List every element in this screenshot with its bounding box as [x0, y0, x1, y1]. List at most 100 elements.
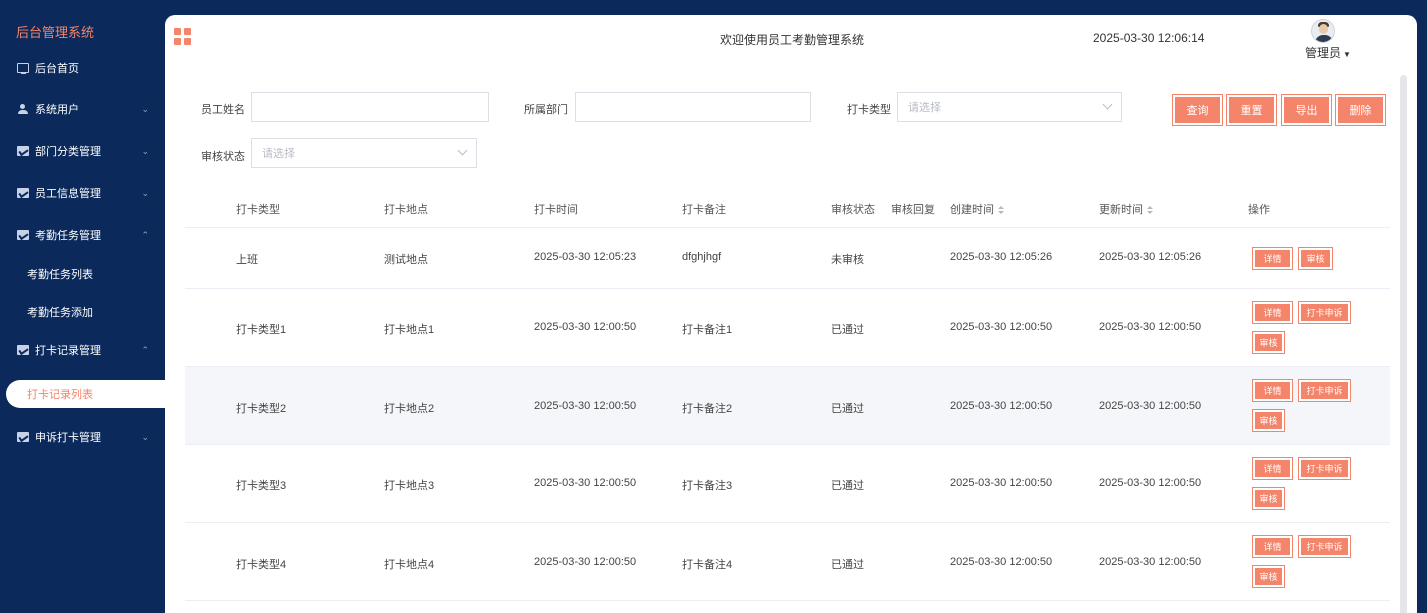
cell-note: 打卡备注4: [682, 559, 733, 571]
column-header: 打卡备注: [682, 204, 726, 216]
sidebar-subitem-task-add[interactable]: 考勤任务添加: [0, 295, 165, 329]
chart-icon: [17, 432, 29, 442]
cell-updated: 2025-03-30 12:05:26: [1099, 251, 1202, 263]
chart-icon: [17, 345, 29, 355]
appeal-button[interactable]: 打卡申诉: [1298, 535, 1351, 558]
department-input[interactable]: [575, 92, 811, 122]
sidebar-item-label: 考勤任务管理: [35, 230, 101, 242]
table-row: 打卡类型2 打卡地点2 2025-03-30 12:00:50 打卡备注2 已通…: [185, 367, 1390, 445]
employee-name-label: 员工姓名: [201, 104, 245, 116]
user-menu[interactable]: 管理员 ▼: [1305, 44, 1351, 61]
main-panel: 欢迎使用员工考勤管理系统 2025-03-30 12:06:14 管理员 ▼ 员工…: [165, 15, 1417, 613]
sidebar-item-label: 系统用户: [35, 104, 79, 116]
sidebar-item-home[interactable]: 后台首页: [0, 51, 165, 85]
cell-type: 打卡类型1: [236, 324, 287, 336]
column-header-label: 创建时间: [950, 204, 994, 216]
table-row: 打卡类型3 打卡地点3 2025-03-30 12:00:50 打卡备注3 已通…: [185, 445, 1390, 523]
cell-time: 2025-03-30 12:00:50: [534, 400, 637, 412]
appeal-button[interactable]: 打卡申诉: [1298, 301, 1351, 324]
avatar[interactable]: [1311, 19, 1335, 43]
grid-menu-icon[interactable]: [174, 28, 191, 45]
appeal-button[interactable]: 打卡申诉: [1298, 457, 1351, 480]
chevron-up-icon: ⌃: [141, 344, 149, 355]
sidebar-item-system-users[interactable]: 系统用户 ⌄: [0, 92, 165, 126]
cell-location: 打卡地点2: [384, 403, 435, 415]
cell-note: 打卡备注1: [682, 324, 733, 336]
chevron-up-icon: ⌃: [141, 229, 149, 240]
cell-type: 打卡类型2: [236, 403, 287, 415]
sidebar-item-employees[interactable]: 员工信息管理 ⌄: [0, 176, 165, 210]
sidebar-item-label: 考勤任务添加: [27, 307, 93, 319]
sidebar-item-appeals[interactable]: 申诉打卡管理 ⌄: [0, 420, 165, 454]
detail-button[interactable]: 详情: [1252, 457, 1293, 480]
app-logo-title: 后台管理系统: [16, 25, 95, 40]
review-button[interactable]: 审核: [1298, 247, 1333, 270]
table-row: 上班 测试地点 2025-03-30 12:05:23 dfghjhgf 未审核…: [185, 228, 1390, 289]
department-label: 所属部门: [524, 104, 568, 116]
cell-created: 2025-03-30 12:00:50: [950, 321, 1053, 333]
export-button[interactable]: 导出: [1281, 94, 1332, 126]
chevron-down-icon: ⌄: [141, 145, 149, 156]
sidebar-item-departments[interactable]: 部门分类管理 ⌄: [0, 134, 165, 168]
cell-location: 测试地点: [384, 254, 428, 266]
sidebar-subitem-clock-record-list[interactable]: 打卡记录列表: [6, 380, 165, 408]
sidebar-item-label: 员工信息管理: [35, 188, 101, 200]
cell-status: 未审核: [831, 254, 864, 266]
review-status-select[interactable]: 请选择: [251, 138, 477, 168]
cell-time: 2025-03-30 12:00:50: [534, 556, 637, 568]
cell-updated: 2025-03-30 12:00:50: [1099, 321, 1202, 333]
sidebar-subitem-task-list[interactable]: 考勤任务列表: [0, 257, 165, 291]
reset-button[interactable]: 重置: [1226, 94, 1277, 126]
cell-type: 打卡类型4: [236, 559, 287, 571]
sidebar-item-label: 考勤任务列表: [27, 269, 93, 281]
review-button[interactable]: 审核: [1252, 409, 1285, 432]
review-button[interactable]: 审核: [1252, 565, 1285, 588]
cell-updated: 2025-03-30 12:00:50: [1099, 556, 1202, 568]
sidebar-item-label: 打卡记录管理: [35, 345, 101, 357]
chevron-down-icon: ⌄: [141, 187, 149, 198]
cell-time: 2025-03-30 12:00:50: [534, 321, 637, 333]
review-status-label: 审核状态: [201, 151, 245, 163]
clock-type-label: 打卡类型: [847, 104, 891, 116]
review-button[interactable]: 审核: [1252, 487, 1285, 510]
cell-location: 打卡地点3: [384, 480, 435, 492]
table-row: 打卡类型1 打卡地点1 2025-03-30 12:00:50 打卡备注1 已通…: [185, 289, 1390, 367]
chevron-down-icon: ⌄: [141, 431, 149, 442]
review-button[interactable]: 审核: [1252, 331, 1285, 354]
chevron-down-icon: ⌄: [141, 103, 149, 114]
cell-updated: 2025-03-30 12:00:50: [1099, 477, 1202, 489]
sort-icon[interactable]: [1147, 205, 1153, 215]
column-header-sortable[interactable]: 更新时间: [1099, 201, 1153, 217]
chart-icon: [17, 188, 29, 198]
cell-note: 打卡备注2: [682, 403, 733, 415]
clock-type-select[interactable]: 请选择: [897, 92, 1122, 122]
detail-button[interactable]: 详情: [1252, 301, 1293, 324]
query-button[interactable]: 查询: [1172, 94, 1223, 126]
sort-icon[interactable]: [998, 205, 1004, 215]
column-header: 打卡时间: [534, 204, 578, 216]
cell-status: 已通过: [831, 403, 864, 415]
appeal-button[interactable]: 打卡申诉: [1298, 379, 1351, 402]
vertical-scrollbar[interactable]: [1400, 75, 1407, 613]
current-datetime: 2025-03-30 12:06:14: [1093, 31, 1205, 45]
cell-status: 已通过: [831, 480, 864, 492]
employee-name-input[interactable]: [251, 92, 489, 122]
detail-button[interactable]: 详情: [1252, 247, 1293, 270]
column-header-sortable[interactable]: 创建时间: [950, 201, 1004, 217]
user-icon: [17, 104, 29, 114]
page-title: 欢迎使用员工考勤管理系统: [720, 33, 865, 47]
detail-button[interactable]: 详情: [1252, 379, 1293, 402]
sidebar: 后台管理系统 后台首页 系统用户 ⌄ 部门分类管理 ⌄ 员工信息管理 ⌄ 考勤任…: [0, 0, 165, 613]
cell-created: 2025-03-30 12:00:50: [950, 556, 1053, 568]
cell-type: 打卡类型3: [236, 480, 287, 492]
table-header: 打卡类型 打卡地点 打卡时间 打卡备注 审核状态 审核回复 创建时间 更新时间 …: [185, 187, 1390, 228]
table-row: 打卡类型4 打卡地点4 2025-03-30 12:00:50 打卡备注4 已通…: [185, 523, 1390, 601]
detail-button[interactable]: 详情: [1252, 535, 1293, 558]
column-header: 打卡类型: [236, 204, 280, 216]
delete-button[interactable]: 删除: [1335, 94, 1386, 126]
sidebar-item-attendance-tasks[interactable]: 考勤任务管理 ⌃: [0, 218, 165, 252]
monitor-icon: [17, 63, 29, 74]
sidebar-item-clock-records[interactable]: 打卡记录管理 ⌃: [0, 333, 165, 367]
sidebar-item-label: 打卡记录列表: [27, 389, 93, 401]
cell-note: 打卡备注3: [682, 480, 733, 492]
